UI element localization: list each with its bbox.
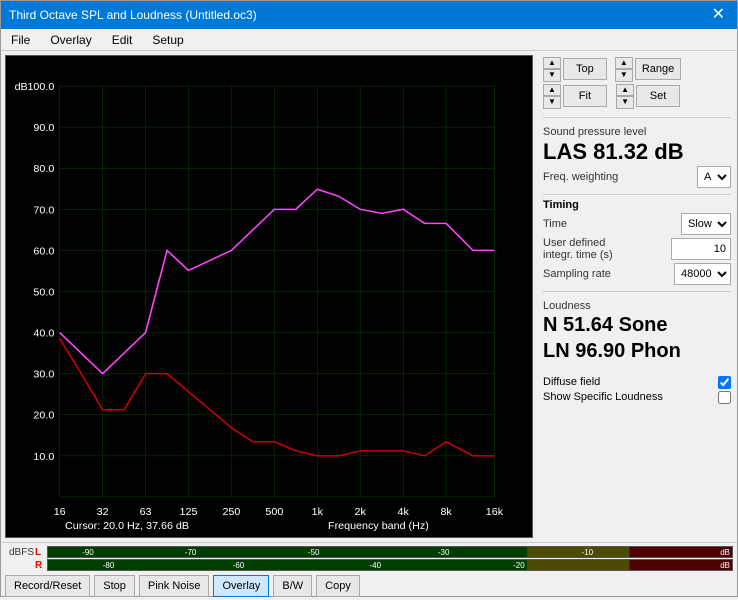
menu-overlay[interactable]: Overlay	[44, 31, 97, 49]
pink-noise-button[interactable]: Pink Noise	[139, 575, 210, 597]
range-up-btn[interactable]: ▲	[615, 57, 633, 69]
svg-text:250: 250	[222, 507, 240, 518]
dBFS-label: dBFS	[5, 547, 33, 558]
fit-button[interactable]: Fit	[563, 85, 607, 107]
menu-file[interactable]: File	[5, 31, 36, 49]
overlay-button[interactable]: Overlay	[213, 575, 269, 597]
timing-title: Timing	[543, 199, 731, 211]
copy-button[interactable]: Copy	[316, 575, 360, 597]
bw-button[interactable]: B/W	[273, 575, 312, 597]
svg-text:2k: 2k	[355, 507, 367, 518]
close-button[interactable]: ✕	[708, 7, 729, 23]
chart-area: Third octave SPL ARTA	[5, 55, 533, 538]
right-ch-label: R	[35, 560, 45, 571]
svg-text:63: 63	[140, 507, 152, 518]
svg-text:Cursor: 20.0 Hz, 37.66 dB: Cursor: 20.0 Hz, 37.66 dB	[65, 521, 189, 532]
svg-text:40.0: 40.0	[33, 329, 54, 340]
left-meter-row: dBFS L -90 -70 -50 -30 -10 dB	[5, 546, 733, 558]
set-button[interactable]: Set	[636, 85, 680, 107]
chart-svg: 100.0 90.0 80.0 70.0 60.0 50.0 40.0 30.0…	[6, 56, 532, 537]
svg-text:Frequency band (Hz): Frequency band (Hz)	[328, 521, 429, 532]
top-up-btn[interactable]: ▲	[543, 57, 561, 69]
svg-text:4k: 4k	[398, 507, 410, 518]
integr-label: User defined integr. time (s)	[543, 237, 613, 261]
integr-row: User defined integr. time (s)	[543, 237, 731, 261]
svg-text:8k: 8k	[440, 507, 452, 518]
svg-text:1k: 1k	[312, 507, 324, 518]
time-select[interactable]: Slow Fast	[681, 213, 731, 235]
svg-text:32: 32	[97, 507, 109, 518]
integr-input[interactable]	[671, 238, 731, 260]
bottom-bar: dBFS L -90 -70 -50 -30 -10 dB R	[1, 542, 737, 596]
svg-text:90.0: 90.0	[33, 123, 54, 134]
stop-button[interactable]: Stop	[94, 575, 135, 597]
svg-text:100.0: 100.0	[27, 82, 54, 93]
menu-setup[interactable]: Setup	[146, 31, 189, 49]
title-bar: Third Octave SPL and Loudness (Untitled.…	[1, 1, 737, 29]
time-label: Time	[543, 218, 567, 230]
svg-text:10.0: 10.0	[33, 452, 54, 463]
show-specific-checkbox[interactable]	[718, 391, 731, 404]
time-row: Time Slow Fast	[543, 213, 731, 235]
sampling-row: Sampling rate 48000 44100	[543, 263, 731, 285]
set-down-btn[interactable]: ▼	[616, 96, 634, 108]
level-meters: dBFS L -90 -70 -50 -30 -10 dB R	[1, 543, 737, 572]
diffuse-field-label: Diffuse field	[543, 376, 600, 388]
range-label[interactable]: Range	[635, 58, 681, 80]
svg-text:60.0: 60.0	[33, 247, 54, 258]
left-meter-bar: -90 -70 -50 -30 -10 dB	[47, 546, 733, 558]
right-meter-row: R -80 -60 -40 -20 dB	[5, 559, 733, 571]
svg-text:80.0: 80.0	[33, 165, 54, 176]
loudness-n-value: N 51.64 Sone LN 96.90 Phon	[543, 312, 731, 364]
svg-text:20.0: 20.0	[33, 411, 54, 422]
window-title: Third Octave SPL and Loudness (Untitled.…	[9, 8, 257, 22]
show-specific-row: Show Specific Loudness	[543, 391, 731, 404]
main-window: Third Octave SPL and Loudness (Untitled.…	[0, 0, 738, 597]
record-reset-button[interactable]: Record/Reset	[5, 575, 90, 597]
loudness-section-label: Loudness	[543, 300, 731, 312]
range-down-btn[interactable]: ▼	[615, 69, 633, 81]
spl-value: LAS 81.32 dB	[543, 140, 731, 164]
svg-text:50.0: 50.0	[33, 288, 54, 299]
spl-section-label: Sound pressure level	[543, 126, 731, 138]
svg-text:16k: 16k	[486, 507, 504, 518]
set-up-btn[interactable]: ▲	[616, 84, 634, 96]
diffuse-field-row: Diffuse field	[543, 376, 731, 389]
sampling-label: Sampling rate	[543, 268, 611, 280]
show-specific-label: Show Specific Loudness	[543, 391, 663, 403]
svg-text:500: 500	[265, 507, 283, 518]
fit-up-btn[interactable]: ▲	[543, 84, 561, 96]
main-content: Third octave SPL ARTA	[1, 51, 737, 542]
right-meter-bar: -80 -60 -40 -20 dB	[47, 559, 733, 571]
top-button[interactable]: Top	[563, 58, 607, 80]
svg-text:16: 16	[54, 507, 66, 518]
menu-bar: File Overlay Edit Setup	[1, 29, 737, 51]
freq-weighting-select[interactable]: A C Z	[697, 166, 731, 188]
diffuse-field-checkbox[interactable]	[718, 376, 731, 389]
sampling-select[interactable]: 48000 44100	[674, 263, 731, 285]
menu-edit[interactable]: Edit	[106, 31, 139, 49]
freq-weighting-label: Freq. weighting	[543, 171, 618, 183]
left-ch-label: L	[35, 547, 45, 558]
svg-text:70.0: 70.0	[33, 206, 54, 217]
bottom-buttons: Record/Reset Stop Pink Noise Overlay B/W…	[1, 572, 737, 600]
freq-weighting-row: Freq. weighting A C Z	[543, 166, 731, 188]
svg-text:dB: dB	[15, 82, 28, 93]
svg-text:30.0: 30.0	[33, 370, 54, 381]
svg-text:125: 125	[180, 507, 198, 518]
right-panel: ▲ ▼ Top ▲ ▼ Fit	[537, 51, 737, 542]
fit-down-btn[interactable]: ▼	[543, 96, 561, 108]
top-down-btn[interactable]: ▼	[543, 69, 561, 81]
